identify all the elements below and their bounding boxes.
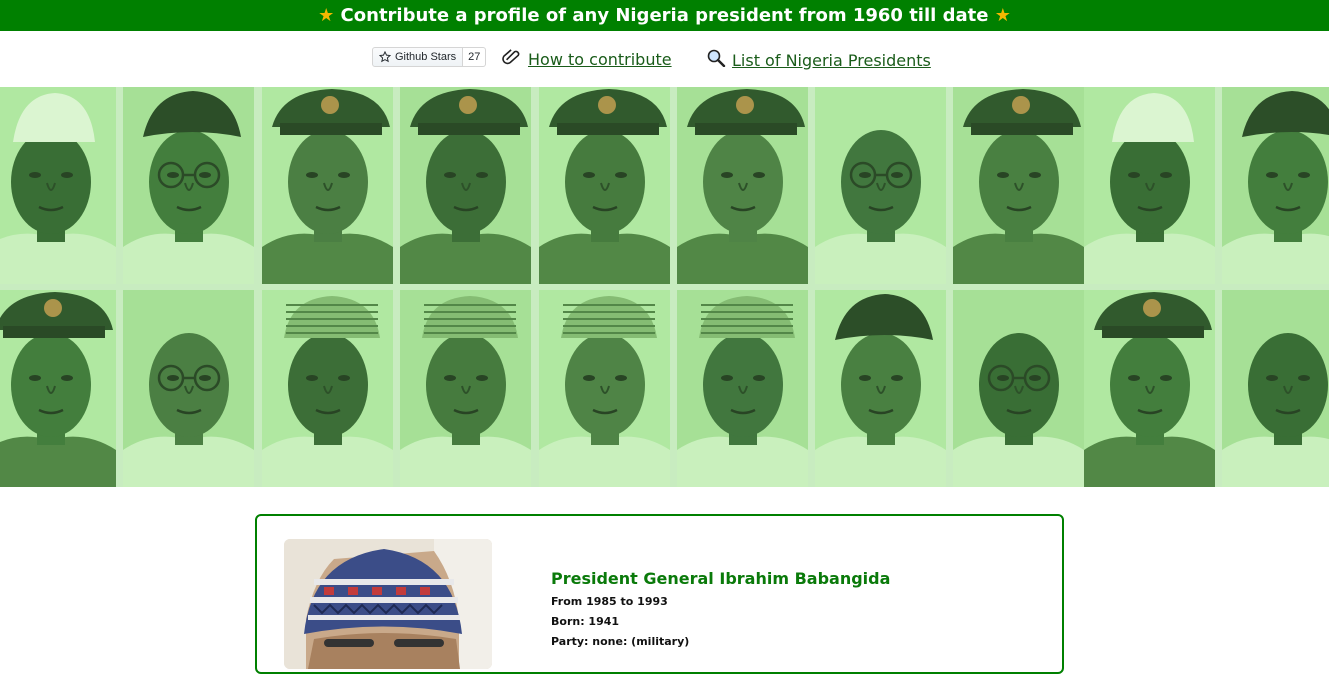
portrait-image	[123, 290, 254, 487]
president-portrait-tile	[0, 87, 116, 284]
president-portrait-tile	[123, 290, 254, 487]
president-portrait-tile	[953, 290, 1084, 487]
how-to-contribute-label: How to contribute	[528, 49, 672, 69]
portrait-image	[0, 290, 116, 487]
portrait-image	[677, 87, 808, 284]
github-stars-label: Github Stars	[395, 51, 457, 63]
president-portrait-tile	[539, 290, 670, 487]
president-term: From 1985 to 1993	[551, 595, 668, 608]
magnifier-icon	[706, 49, 726, 71]
president-portrait-tile	[677, 87, 808, 284]
portrait-image	[400, 87, 531, 284]
portrait-image	[1222, 290, 1329, 487]
portrait-image	[262, 290, 393, 487]
president-portrait-tile	[123, 87, 254, 284]
portrait-image	[815, 87, 946, 284]
portrait-image	[815, 290, 946, 487]
portrait-image	[953, 87, 1084, 284]
github-stars-button[interactable]: Github Stars	[372, 47, 464, 67]
president-portrait-tile	[1222, 290, 1329, 487]
toolbar: Github Stars 27 How to contribute List o…	[0, 31, 1329, 87]
president-portrait-tile	[400, 290, 531, 487]
star-icon: ★	[994, 5, 1011, 26]
president-portrait-tile	[1084, 87, 1215, 284]
president-portrait-tile	[262, 87, 393, 284]
star-icon: ★	[318, 5, 335, 26]
president-portrait-tile	[1084, 290, 1215, 487]
github-stars-badge[interactable]: Github Stars 27	[372, 47, 487, 67]
how-to-contribute-link[interactable]: How to contribute	[502, 49, 672, 69]
portrait-image	[123, 87, 254, 284]
portrait-image	[677, 290, 808, 487]
github-stars-count[interactable]: 27	[463, 47, 487, 67]
president-portrait-tile	[953, 87, 1084, 284]
star-outline-icon	[379, 51, 391, 63]
president-portrait-tile	[539, 87, 670, 284]
list-of-presidents-link[interactable]: List of Nigeria Presidents	[706, 49, 931, 71]
portrait-image	[1222, 87, 1329, 284]
portrait-image	[953, 290, 1084, 487]
portrait-image	[1084, 87, 1215, 284]
president-born: Born: 1941	[551, 615, 620, 628]
list-of-presidents-label: List of Nigeria Presidents	[732, 50, 931, 70]
president-profile-card: President General Ibrahim Babangida From…	[255, 514, 1064, 674]
portrait-image	[262, 87, 393, 284]
president-portrait-tile	[677, 290, 808, 487]
president-party: Party: none: (military)	[551, 635, 690, 648]
president-portrait-tile	[0, 290, 116, 487]
president-portrait-tile	[400, 87, 531, 284]
president-portrait-tile	[262, 290, 393, 487]
president-name: President General Ibrahim Babangida	[551, 569, 891, 588]
president-portrait-tile	[815, 87, 946, 284]
banner-title: Contribute a profile of any Nigeria pres…	[340, 5, 989, 26]
presidents-photo-mosaic	[0, 87, 1329, 487]
president-photo	[284, 539, 492, 669]
portrait-image	[539, 290, 670, 487]
portrait-image	[400, 290, 531, 487]
president-portrait-tile	[815, 290, 946, 487]
portrait-image	[0, 87, 116, 284]
top-banner: ★ Contribute a profile of any Nigeria pr…	[0, 0, 1329, 31]
paperclip-icon	[502, 49, 522, 69]
portrait-image	[539, 87, 670, 284]
portrait-image	[1084, 290, 1215, 487]
president-portrait-tile	[1222, 87, 1329, 284]
